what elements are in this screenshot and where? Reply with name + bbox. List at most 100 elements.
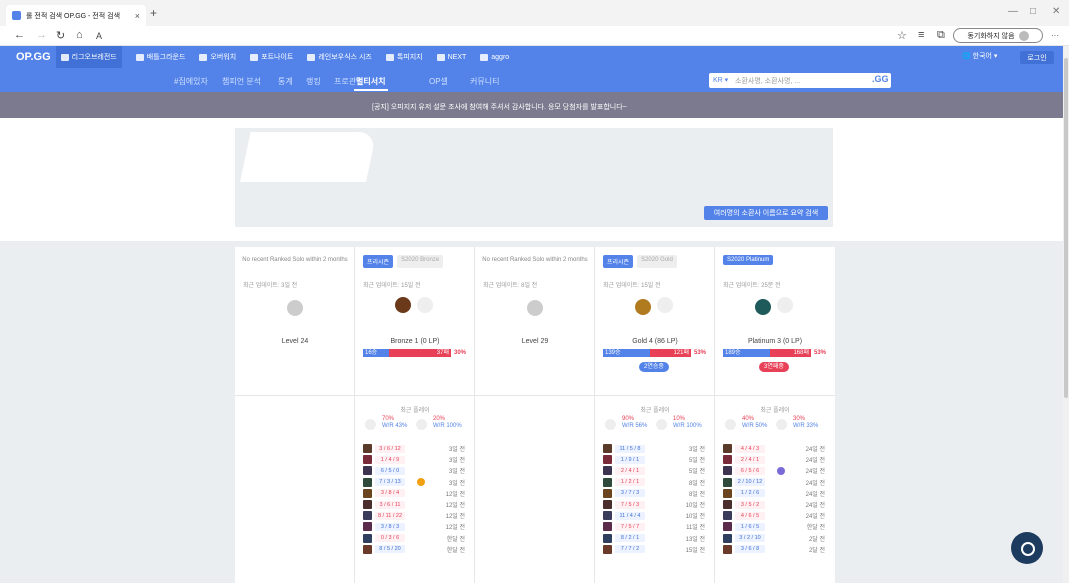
subnav-stats[interactable]: 통계 [278,76,293,87]
more-menu-icon[interactable]: ··· [1051,31,1059,40]
game-row[interactable]: 4 / 6 / 5 24일 전 [723,510,829,521]
game-row[interactable]: 1 / 2 / 1 8일 전 [603,477,709,488]
game-time: 2달 전 [808,547,825,554]
game-row[interactable]: 11 / 5 / 8 3일 전 [603,443,709,454]
search-input[interactable]: 소환사명, 소환사명, ... [735,76,800,86]
nav-overwatch[interactable]: 오버워치 [199,52,236,62]
champion-icon [603,466,612,476]
last-updated: 최근 업데이트: 8일 전 [483,283,538,289]
tier-rank: Platinum 3 (0 LP) [747,338,803,345]
tier-rank: Bronze 1 (0 LP) [390,338,440,345]
game-row[interactable]: 7 / 3 / 13 3일 전 [363,477,469,488]
nav-fortnite[interactable]: 포트나이트 [250,52,293,62]
nav-pubg[interactable]: 배틀그라운드 [135,52,185,62]
multisearch-button[interactable]: 여러명의 소환사 이름으로 요약 검색 [704,206,828,220]
forward-icon[interactable]: → [36,29,47,41]
nav-next[interactable]: NEXT [436,53,466,61]
game-row[interactable]: 3 / 6 / 8 2달 전 [723,544,829,555]
game-row[interactable]: 3 / 5 / 2 24일 전 [723,499,829,510]
opgg-logo[interactable]: OP.GG [16,51,51,63]
subnav-opcell[interactable]: OP셀 [429,76,448,87]
game-row[interactable]: 3 / 8 / 3 12일 전 [363,521,469,532]
game-row[interactable]: 8 / 2 / 1 13일 전 [603,533,709,544]
chat-bubble-icon[interactable] [1011,532,1043,564]
new-tab-button[interactable]: + [150,6,157,20]
subnav-champions[interactable]: 챔피언 분석 [222,76,261,87]
winloss-bar: 189승 168패 [723,349,811,357]
game-kda: 4 / 6 / 5 [735,511,765,520]
champion-icon [363,466,372,476]
champion-icon [723,488,732,498]
game-row[interactable]: 3 / 6 / 12 3일 전 [363,443,469,454]
multisearch-textarea[interactable] [240,132,377,182]
profile-button[interactable]: 동기화하지 않음 [953,28,1043,43]
minimize-icon[interactable]: — [1008,6,1018,17]
game-row[interactable]: 2 / 4 / 1 24일 전 [723,454,829,465]
position2-wr: W/R 33% [793,423,819,429]
position1-wr: W/R 43% [382,423,408,429]
address-bar[interactable]: A [96,31,102,41]
subnav-multisearch[interactable]: 멀티서치 [356,76,385,87]
winrate: 53% [694,350,707,356]
game-list: 3 / 6 / 12 3일 전 1 / 4 / 9 3일 전 6 / 5 / 0 3일 전… [363,443,469,555]
game-row[interactable]: 1 / 6 / 5 한달 전 [723,521,829,532]
game-kda: 3 / 8 / 4 [375,489,405,498]
game-time: 3일 전 [448,480,465,487]
refresh-icon[interactable]: ↻ [56,29,65,42]
favorites-list-icon[interactable]: ≡ [918,29,924,41]
game-row[interactable]: 8 / 5 / 20 한달 전 [363,544,469,555]
tab-title: 롤 전적 검색 OP.GG - 전적 검색 [26,12,121,20]
game-row[interactable]: 7 / 5 / 7 11일 전 [603,521,709,532]
no-rank-text: No recent Ranked Solo within 2 months [242,257,348,263]
back-icon[interactable]: ← [14,29,25,41]
game-row[interactable]: 3 / 6 / 11 12일 전 [363,499,469,510]
game-row[interactable]: 3 / 8 / 4 12일 전 [363,488,469,499]
favorite-star-icon[interactable]: ☆ [897,29,907,42]
game-kda: 3 / 7 / 3 [615,489,645,498]
game-row[interactable]: 3 / 2 / 10 2달 전 [723,533,829,544]
subnav-community[interactable]: 커뮤니티 [470,76,499,87]
collections-icon[interactable]: ⧉ [937,29,945,42]
summoner-level: Level 29 [521,338,549,345]
unranked-emblem-icon [527,300,543,316]
subnav-ranking[interactable]: 랭킹 [306,76,321,87]
game-row[interactable]: 7 / 7 / 2 15일 전 [603,544,709,555]
nav-talk[interactable]: 톡피지지 [385,52,423,62]
nav-r6[interactable]: 레인보우식스 시즈 [307,52,372,62]
game-row[interactable]: 0 / 3 / 6 한달 전 [363,533,469,544]
jungle-position-icon [416,419,427,430]
window-close-icon[interactable]: ✕ [1052,6,1060,17]
champion-icon [363,522,372,532]
scrollbar-thumb[interactable] [1064,58,1068,398]
tab-close-icon[interactable]: × [135,11,140,21]
game-row[interactable]: 3 / 7 / 3 8일 전 [603,488,709,499]
maximize-icon[interactable]: □ [1030,6,1036,17]
game-row[interactable]: 7 / 5 / 3 10일 전 [603,499,709,510]
nav-aggro[interactable]: aggro [480,53,509,61]
game-row[interactable]: 1 / 4 / 9 3일 전 [363,454,469,465]
game-row[interactable]: 2 / 10 / 12 24일 전 [723,477,829,488]
login-button[interactable]: 로그인 [1020,51,1054,64]
search-button[interactable]: .GG [872,74,889,84]
home-icon[interactable]: ⌂ [76,29,83,41]
game-kda: 8 / 11 / 22 [375,511,405,520]
game-row[interactable]: 6 / 5 / 6 24일 전 [723,465,829,476]
game-row[interactable]: 8 / 11 / 22 12일 전 [363,510,469,521]
language-select[interactable]: 🌐 한국어 ▾ [962,51,997,61]
game-row[interactable]: 11 / 4 / 4 10일 전 [603,510,709,521]
game-row[interactable]: 1 / 2 / 6 24일 전 [723,488,829,499]
pubg-icon [135,53,144,61]
game-row[interactable]: 4 / 4 / 3 24일 전 [723,443,829,454]
champion-icon [603,500,612,510]
winrate: 30% [454,350,467,356]
recent-play-label: 최근 플레이 [640,408,670,414]
notice-banner[interactable]: [공지] 오피지지 유저 설문 조사에 참여해 주셔서 감사합니다. 응모 당첨… [0,92,1069,118]
game-row[interactable]: 1 / 9 / 1 5일 전 [603,454,709,465]
subnav-stayhome[interactable]: #집에있자 [174,76,208,87]
nav-lol[interactable]: 리그오브레전드 [55,46,122,68]
game-row[interactable]: 2 / 4 / 1 5일 전 [603,465,709,476]
game-time: 24일 전 [805,480,825,487]
region-select[interactable]: KR ▾ [713,76,728,84]
game-row[interactable]: 6 / 5 / 0 3일 전 [363,465,469,476]
browser-tab[interactable]: 롤 전적 검색 OP.GG - 전적 검색 × [6,5,146,26]
